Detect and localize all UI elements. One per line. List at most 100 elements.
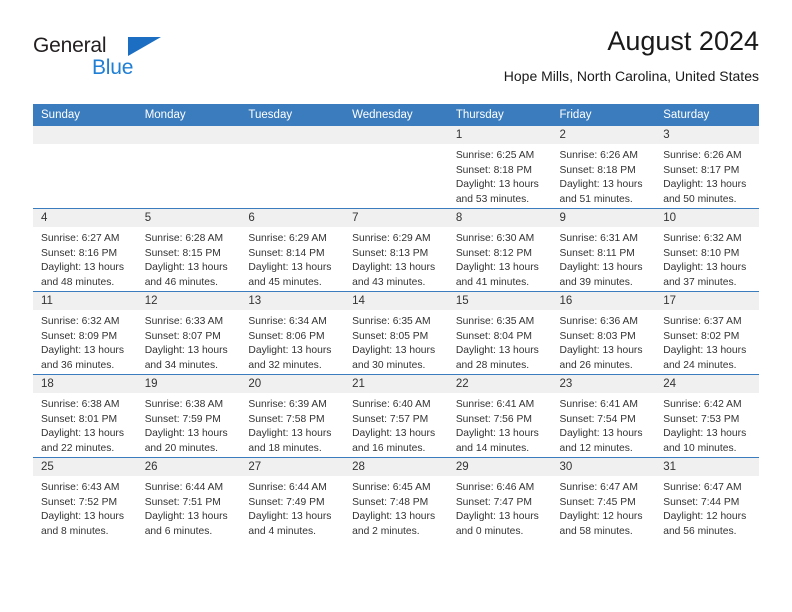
daylight-text-line1: Daylight: 13 hours bbox=[559, 428, 643, 439]
sunset-text: Sunset: 8:05 PM bbox=[352, 330, 429, 342]
sunrise-text: Sunrise: 6:47 AM bbox=[663, 482, 742, 493]
daylight-text-line2: and 45 minutes. bbox=[248, 276, 322, 288]
calendar-day-cell[interactable]: 24 Sunrise: 6:42 AM Sunset: 7:53 PM Dayligh… bbox=[655, 374, 759, 458]
daylight-text-line2: and 39 minutes. bbox=[559, 276, 633, 288]
day-details: Sunrise: 6:31 AM Sunset: 8:11 PM Daylight:… bbox=[552, 227, 656, 290]
calendar-day-cell[interactable]: 23 Sunrise: 6:41 AM Sunset: 7:54 PM Dayligh… bbox=[551, 374, 656, 458]
day-number: 17 bbox=[655, 292, 759, 310]
calendar-day-cell[interactable]: 18 Sunrise: 6:38 AM Sunset: 8:01 PM Dayligh… bbox=[33, 374, 137, 458]
sunrise-text: Sunrise: 6:32 AM bbox=[41, 316, 120, 327]
day-details: Sunrise: 6:26 AM Sunset: 8:18 PM Daylight:… bbox=[552, 144, 656, 207]
calendar-day-cell[interactable]: 13 Sunrise: 6:34 AM Sunset: 8:06 PM Dayligh… bbox=[240, 291, 345, 375]
daylight-text-line1: Daylight: 13 hours bbox=[144, 511, 228, 522]
daylight-text-line1: Daylight: 13 hours bbox=[352, 511, 436, 522]
sunrise-text: Sunrise: 6:47 AM bbox=[559, 482, 638, 493]
calendar-day-cell[interactable]: 10 Sunrise: 6:32 AM Sunset: 8:10 PM Dayligh… bbox=[655, 208, 759, 292]
day-cell-inner: 31 Sunrise: 6:47 AM Sunset: 7:44 PM Dayligh… bbox=[655, 458, 759, 540]
calendar-day-cell[interactable]: 26 Sunrise: 6:44 AM Sunset: 7:51 PM Dayligh… bbox=[136, 457, 241, 540]
calendar-day-cell[interactable]: 7 Sunrise: 6:29 AM Sunset: 8:13 PM Daylight… bbox=[344, 208, 448, 292]
calendar-day-cell[interactable]: 28 Sunrise: 6:45 AM Sunset: 7:48 PM Dayligh… bbox=[344, 457, 448, 540]
day-number: 12 bbox=[136, 292, 241, 310]
day-cell-inner: 5 Sunrise: 6:28 AM Sunset: 8:15 PM Daylight… bbox=[136, 209, 241, 291]
day-details: Sunrise: 6:37 AM Sunset: 8:02 PM Daylight:… bbox=[655, 310, 759, 373]
sunrise-text: Sunrise: 6:41 AM bbox=[455, 399, 535, 410]
daylight-text-line2: and 20 minutes. bbox=[144, 442, 218, 454]
calendar-day-cell[interactable]: 5 Sunrise: 6:28 AM Sunset: 8:15 PM Daylight… bbox=[136, 208, 241, 292]
daylight-text-line1: Daylight: 12 hours bbox=[559, 511, 643, 522]
calendar-day-cell[interactable]: 20 Sunrise: 6:39 AM Sunset: 7:58 PM Dayligh… bbox=[240, 374, 345, 458]
day-number: 1 bbox=[447, 126, 552, 144]
sunrise-text: Sunrise: 6:35 AM bbox=[352, 316, 431, 327]
day-number: 10 bbox=[655, 209, 759, 227]
calendar-day-cell[interactable]: 11 Sunrise: 6:32 AM Sunset: 8:09 PM Dayligh… bbox=[33, 291, 137, 375]
calendar-day-cell[interactable]: 15 Sunrise: 6:35 AM Sunset: 8:04 PM Dayligh… bbox=[447, 291, 552, 375]
calendar-day-cell[interactable]: 4 Sunrise: 6:27 AM Sunset: 8:16 PM Daylight… bbox=[33, 208, 137, 292]
general-blue-logo[interactable]: General Blue bbox=[33, 34, 213, 90]
calendar-day-cell[interactable]: 19 Sunrise: 6:38 AM Sunset: 7:59 PM Dayligh… bbox=[136, 374, 241, 458]
calendar-day-cell[interactable]: 21 Sunrise: 6:40 AM Sunset: 7:57 PM Dayligh… bbox=[344, 374, 448, 458]
weekday-header-sunday: Sunday bbox=[33, 104, 137, 126]
calendar-day-cell[interactable]: 1 Sunrise: 6:25 AM Sunset: 8:18 PM Daylight… bbox=[447, 126, 552, 209]
day-details: Sunrise: 6:47 AM Sunset: 7:45 PM Daylight:… bbox=[552, 476, 656, 539]
daylight-text-line2: and 56 minutes. bbox=[663, 525, 737, 537]
sunrise-text: Sunrise: 6:41 AM bbox=[559, 399, 638, 410]
calendar-day-cell[interactable]: 25 Sunrise: 6:43 AM Sunset: 7:52 PM Dayligh… bbox=[33, 457, 137, 540]
sunrise-text: Sunrise: 6:38 AM bbox=[41, 399, 120, 410]
calendar-day-cell[interactable]: 29 Sunrise: 6:46 AM Sunset: 7:47 PM Dayligh… bbox=[447, 457, 552, 540]
day-number: 15 bbox=[447, 292, 552, 310]
weekday-header-thursday: Thursday bbox=[447, 104, 552, 126]
daylight-text-line2: and 28 minutes. bbox=[455, 359, 530, 371]
sunrise-text: Sunrise: 6:37 AM bbox=[663, 316, 742, 327]
calendar-day-cell[interactable]: 31 Sunrise: 6:47 AM Sunset: 7:44 PM Dayligh… bbox=[655, 457, 759, 540]
calendar-day-cell[interactable]: 9 Sunrise: 6:31 AM Sunset: 8:11 PM Daylight… bbox=[551, 208, 656, 292]
daylight-text-line2: and 48 minutes. bbox=[41, 276, 115, 288]
day-cell-inner: 20 Sunrise: 6:39 AM Sunset: 7:58 PM Dayligh… bbox=[240, 375, 345, 457]
day-details: Sunrise: 6:28 AM Sunset: 8:15 PM Daylight:… bbox=[137, 227, 241, 290]
day-details: Sunrise: 6:41 AM Sunset: 7:56 PM Daylight:… bbox=[448, 393, 552, 456]
calendar-day-cell[interactable]: 3 Sunrise: 6:26 AM Sunset: 8:17 PM Daylight… bbox=[655, 126, 759, 209]
day-details: Sunrise: 6:27 AM Sunset: 8:16 PM Daylight:… bbox=[33, 227, 137, 290]
sunrise-text: Sunrise: 6:38 AM bbox=[144, 399, 224, 410]
day-number: 21 bbox=[344, 375, 448, 393]
calendar-day-cell[interactable]: 17 Sunrise: 6:37 AM Sunset: 8:02 PM Dayligh… bbox=[655, 291, 759, 375]
sunset-text: Sunset: 8:14 PM bbox=[248, 247, 325, 259]
day-cell-inner: 4 Sunrise: 6:27 AM Sunset: 8:16 PM Daylight… bbox=[33, 209, 137, 291]
day-details: Sunrise: 6:36 AM Sunset: 8:03 PM Daylight:… bbox=[552, 310, 656, 373]
day-number: 24 bbox=[655, 375, 759, 393]
day-details: Sunrise: 6:30 AM Sunset: 8:12 PM Daylight:… bbox=[448, 227, 552, 290]
sunset-text: Sunset: 8:18 PM bbox=[455, 164, 532, 176]
daylight-text-line2: and 12 minutes. bbox=[559, 442, 633, 454]
sunrise-text: Sunrise: 6:27 AM bbox=[41, 233, 120, 244]
calendar-day-cell[interactable]: 14 Sunrise: 6:35 AM Sunset: 8:05 PM Dayligh… bbox=[344, 291, 448, 375]
weekday-header-wednesday: Wednesday bbox=[344, 104, 448, 126]
daylight-text-line2: and 58 minutes. bbox=[559, 525, 633, 537]
day-details: Sunrise: 6:32 AM Sunset: 8:09 PM Daylight:… bbox=[33, 310, 137, 373]
calendar-day-cell[interactable]: 6 Sunrise: 6:29 AM Sunset: 8:14 PM Daylight… bbox=[240, 208, 345, 292]
daylight-text-line2: and 10 minutes. bbox=[663, 442, 737, 454]
daylight-text-line2: and 26 minutes. bbox=[559, 359, 633, 371]
calendar-day-cell[interactable]: 8 Sunrise: 6:30 AM Sunset: 8:12 PM Daylight… bbox=[447, 208, 552, 292]
day-number: 22 bbox=[447, 375, 552, 393]
sunrise-text: Sunrise: 6:26 AM bbox=[559, 150, 638, 161]
calendar-day-cell[interactable]: 2 Sunrise: 6:26 AM Sunset: 8:18 PM Daylight… bbox=[551, 126, 656, 209]
weekday-header-tuesday: Tuesday bbox=[240, 104, 345, 126]
day-details: Sunrise: 6:44 AM Sunset: 7:51 PM Daylight:… bbox=[137, 476, 241, 539]
sunrise-text: Sunrise: 6:33 AM bbox=[144, 316, 224, 327]
sunrise-text: Sunrise: 6:45 AM bbox=[352, 482, 431, 493]
daylight-text-line2: and 43 minutes. bbox=[352, 276, 426, 288]
daylight-text-line1: Daylight: 12 hours bbox=[663, 511, 747, 522]
day-number: 27 bbox=[240, 458, 345, 476]
calendar-day-cell[interactable]: 27 Sunrise: 6:44 AM Sunset: 7:49 PM Dayligh… bbox=[240, 457, 345, 540]
day-cell-inner: 19 Sunrise: 6:38 AM Sunset: 7:59 PM Dayligh… bbox=[136, 375, 241, 457]
day-number: 20 bbox=[240, 375, 345, 393]
day-details: Sunrise: 6:33 AM Sunset: 8:07 PM Daylight:… bbox=[137, 310, 241, 373]
calendar-day-cell[interactable]: 22 Sunrise: 6:41 AM Sunset: 7:56 PM Dayligh… bbox=[447, 374, 552, 458]
daylight-text-line1: Daylight: 13 hours bbox=[248, 511, 332, 522]
daylight-text-line2: and 37 minutes. bbox=[663, 276, 737, 288]
calendar-day-cell[interactable]: 30 Sunrise: 6:47 AM Sunset: 7:45 PM Dayligh… bbox=[551, 457, 656, 540]
day-details: Sunrise: 6:42 AM Sunset: 7:53 PM Daylight:… bbox=[655, 393, 759, 456]
day-number: 19 bbox=[136, 375, 241, 393]
calendar-day-cell[interactable]: 16 Sunrise: 6:36 AM Sunset: 8:03 PM Dayligh… bbox=[551, 291, 656, 375]
sunrise-text: Sunrise: 6:26 AM bbox=[663, 150, 742, 161]
calendar-day-cell[interactable]: 12 Sunrise: 6:33 AM Sunset: 8:07 PM Dayligh… bbox=[136, 291, 241, 375]
